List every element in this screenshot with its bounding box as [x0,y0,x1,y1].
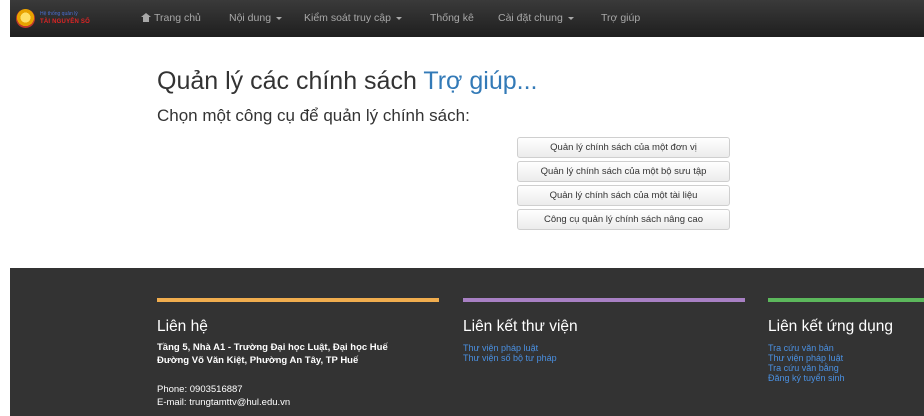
footer-divider-library [463,298,745,302]
footer-link-digital-library[interactable]: Thư viện số bộ tư pháp [463,353,557,363]
footer-link-document-search[interactable]: Tra cứu văn bản [768,343,834,353]
footer-link-law-library[interactable]: Thư viện pháp luật [768,353,843,363]
footer-phone: Phone: 0903516887 [157,384,243,395]
footer-address-line-2: Đường Võ Văn Kiệt, Phường An Tây, TP Huế [157,355,359,366]
nav-home-label: Trang chủ [154,12,201,24]
footer-library-heading: Liên kết thư viện [463,318,578,335]
footer-divider-contact [157,298,439,302]
manage-collection-policy-button[interactable]: Quản lý chính sách của một bộ sưu tập [517,161,730,182]
footer [10,268,924,416]
nav-content-dropdown[interactable]: Nội dung [229,0,283,37]
footer-apps-heading: Liên kết ứng dụng [768,318,893,335]
nav-access-control-dropdown[interactable]: Kiểm soát truy cập [304,0,402,37]
footer-link-library-law[interactable]: Thư viện pháp luật [463,343,538,353]
footer-divider-apps [768,298,924,302]
nav-settings-dropdown[interactable]: Cài đặt chung [498,0,574,37]
nav-access-control-label: Kiểm soát truy cập [304,12,391,24]
nav-statistics-label: Thống kê [430,12,474,24]
footer-address-line-1: Tầng 5, Nhà A1 - Trường Đại học Luật, Đạ… [157,342,388,353]
footer-contact-heading: Liên hệ [157,318,208,335]
emblem-icon [16,9,35,28]
nav-help-label: Trợ giúp [601,12,641,24]
nav-home[interactable]: Trang chủ [141,0,201,37]
footer-link-diploma-search[interactable]: Tra cứu văn bằng [768,363,839,373]
manage-unit-policy-button[interactable]: Quản lý chính sách của một đơn vị [517,137,730,158]
caret-down-icon [276,16,283,20]
footer-email: E-mail: trungtamttv@hul.edu.vn [157,397,291,408]
help-link[interactable]: Trợ giúp... [423,67,537,95]
nav-help[interactable]: Trợ giúp [601,0,640,37]
brand-small-text: Hệ thống quản lý [40,11,78,17]
advanced-policy-tool-button[interactable]: Công cụ quản lý chính sách nâng cao [517,209,730,230]
nav-settings-label: Cài đặt chung [498,12,563,24]
caret-down-icon [395,16,402,20]
nav-content-label: Nội dung [229,12,272,24]
manage-item-policy-button[interactable]: Quản lý chính sách của một tài liệu [517,185,730,206]
brand-logo[interactable]: Hệ thống quản lý TÀI NGUYÊN SỐ [16,9,136,29]
home-icon [141,13,151,22]
footer-link-enrollment[interactable]: Đăng ký tuyển sinh [768,373,845,383]
nav-statistics[interactable]: Thống kê [430,0,474,37]
page-title: Quản lý các chính sách Trợ giúp... [157,67,538,96]
caret-down-icon [567,16,574,20]
page-title-text: Quản lý các chính sách [157,67,417,95]
brand-name: TÀI NGUYÊN SỐ [40,19,90,25]
page-subtitle: Chọn một công cụ để quản lý chính sách: [157,106,470,125]
